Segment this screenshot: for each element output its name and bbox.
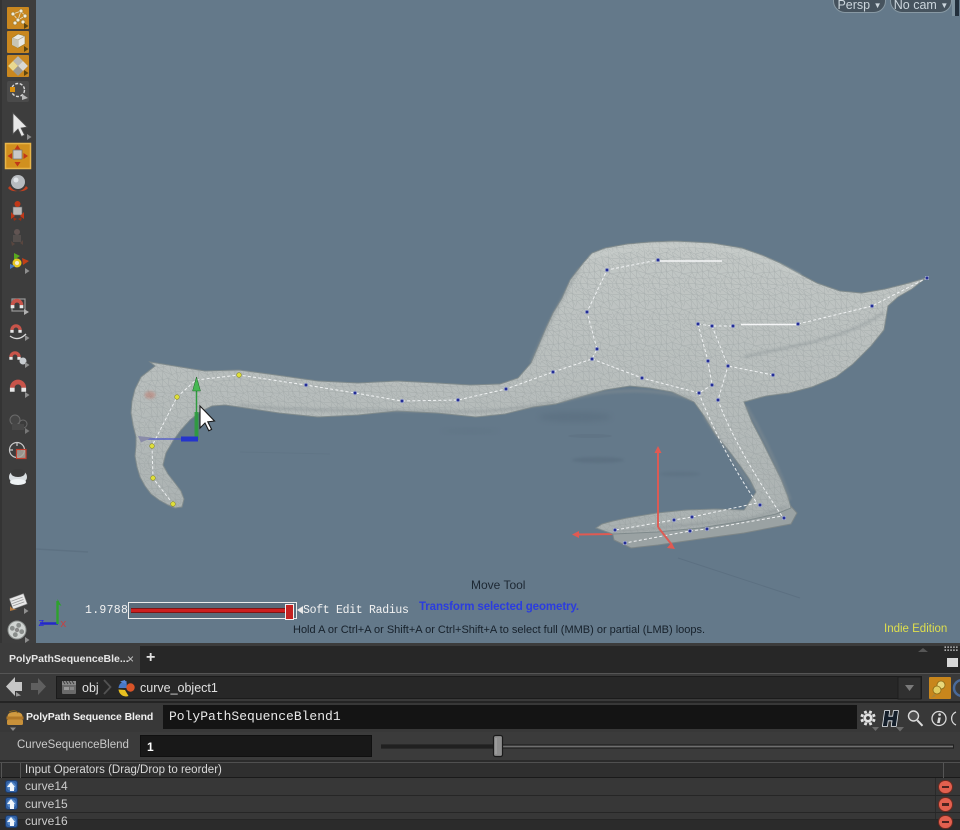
svg-text:z: z bbox=[38, 618, 45, 630]
svg-text:x: x bbox=[60, 619, 67, 631]
